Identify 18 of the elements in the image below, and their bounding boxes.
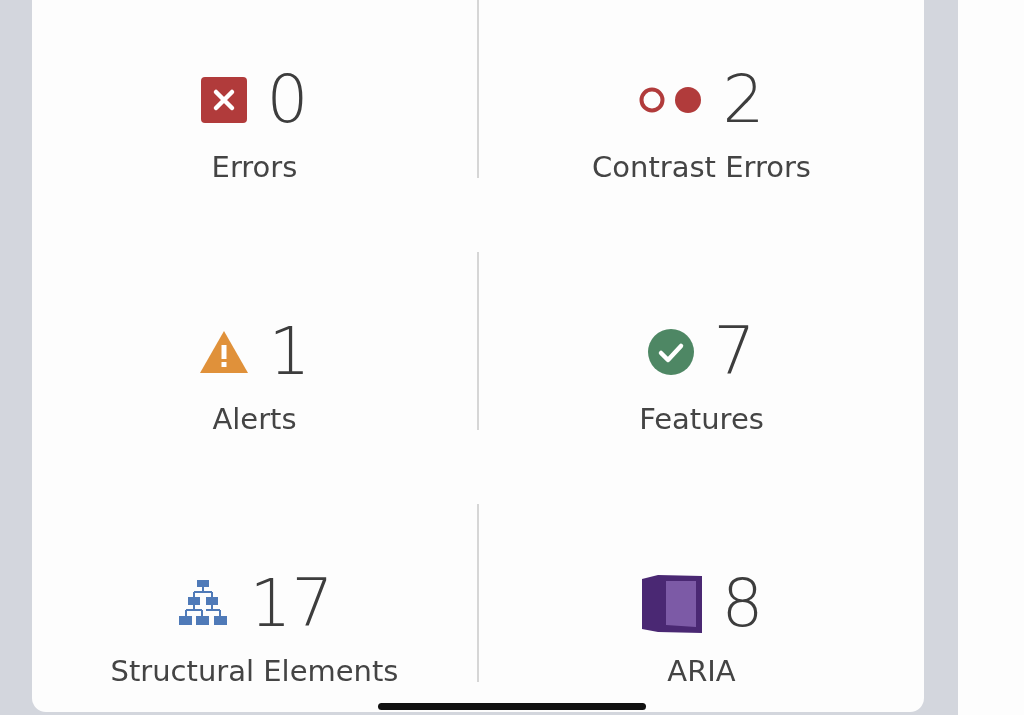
count: 1	[268, 319, 311, 385]
stat-label: Features	[639, 402, 764, 436]
home-indicator[interactable]	[378, 703, 646, 710]
stat-label: Contrast Errors	[592, 150, 811, 184]
stat-label: Errors	[211, 150, 298, 184]
count: 17	[249, 571, 334, 637]
close-icon	[200, 77, 247, 123]
cube-icon	[639, 575, 702, 633]
check-icon	[647, 329, 694, 375]
warning-icon	[198, 330, 249, 374]
stat-label: Structural Elements	[110, 654, 399, 688]
stat-label: ARIA	[667, 654, 736, 688]
circles-icon	[638, 85, 703, 115]
stat-label: Alerts	[212, 402, 297, 436]
count: 0	[266, 67, 309, 133]
count: 2	[722, 67, 765, 133]
count: 7	[713, 319, 756, 385]
count: 8	[721, 571, 764, 637]
